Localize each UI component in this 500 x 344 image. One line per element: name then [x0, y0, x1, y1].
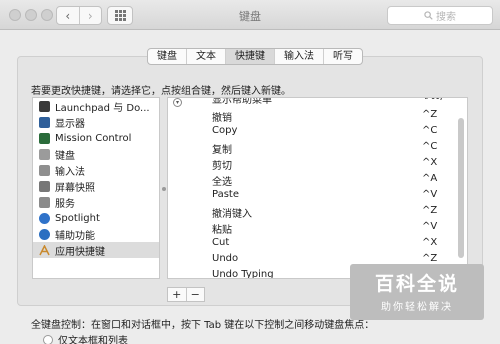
- category-label: 辅助功能: [55, 230, 95, 242]
- shortcut-list-scrollbar[interactable]: [458, 118, 464, 258]
- tab-shortcuts[interactable]: 快捷键: [225, 49, 274, 64]
- tab-keyboard[interactable]: 键盘: [148, 49, 186, 64]
- keyboard-icon: [39, 148, 50, 160]
- category-label: Mission Control: [55, 132, 132, 144]
- tab-dictation[interactable]: 听写: [323, 49, 362, 64]
- category-app-shortcuts[interactable]: 应用快捷键: [33, 242, 159, 258]
- category-label: 显示器: [55, 118, 85, 130]
- category-mission-control[interactable]: Mission Control: [33, 130, 159, 146]
- shortcut-row[interactable]: 复制 ^C: [168, 139, 467, 156]
- category-list: Launchpad 与 Do... 显示器 Mission Control 键盘…: [32, 97, 160, 279]
- remove-shortcut-button[interactable]: −: [185, 288, 205, 301]
- watermark-title: 百科全说: [374, 273, 459, 295]
- category-input-sources[interactable]: 输入法: [33, 162, 159, 178]
- search-placeholder: 搜索: [436, 12, 456, 23]
- search-field[interactable]: 搜索: [387, 6, 493, 25]
- tab-bar: 键盘 文本 快捷键 输入法 听写: [147, 48, 363, 65]
- shortcut-row[interactable]: 全选 ^A: [168, 171, 467, 188]
- category-screenshots[interactable]: 屏幕快照: [33, 178, 159, 194]
- split-handle[interactable]: [162, 187, 166, 191]
- display-icon: [39, 116, 50, 128]
- category-keyboard[interactable]: 键盘: [33, 146, 159, 162]
- shortcut-row[interactable]: Cut ^X: [168, 235, 467, 251]
- category-label: 应用快捷键: [55, 246, 105, 258]
- tab-text[interactable]: 文本: [186, 49, 225, 64]
- category-launchpad-dock[interactable]: Launchpad 与 Do...: [33, 98, 159, 114]
- shortcut-row[interactable]: Paste ^V: [168, 187, 467, 203]
- shortcut-row[interactable]: 撤消键入 ^Z: [168, 203, 467, 220]
- watermark-logo: 百科全说 助你轻松解决: [350, 264, 484, 320]
- services-icon: [39, 196, 50, 208]
- shortcut-row[interactable]: 撤销 ^Z: [168, 107, 467, 124]
- radio-label: 仅文本框和列表: [58, 336, 128, 344]
- category-display[interactable]: 显示器: [33, 114, 159, 130]
- search-icon: [424, 11, 433, 20]
- category-label: 服务: [55, 198, 75, 210]
- category-label: 键盘: [55, 150, 75, 162]
- category-label: 输入法: [55, 166, 85, 178]
- shortcut-row[interactable]: 剪切 ^X: [168, 155, 467, 172]
- mission-control-icon: [39, 132, 50, 144]
- category-label: Spotlight: [55, 212, 100, 224]
- radio-text-boxes-lists[interactable]: 仅文本框和列表: [43, 332, 128, 344]
- shortcut-row[interactable]: ▾ 显示帮助菜单 ⇧⌘/: [168, 98, 467, 107]
- add-remove-controls: + −: [167, 287, 205, 302]
- disclosure-icon[interactable]: ▾: [173, 98, 182, 107]
- category-label: Launchpad 与 Do...: [55, 102, 150, 114]
- category-accessibility[interactable]: 辅助功能: [33, 226, 159, 242]
- watermark-subtitle: 助你轻松解决: [381, 302, 453, 313]
- category-spotlight[interactable]: Spotlight: [33, 210, 159, 226]
- shortcut-row[interactable]: Copy ^C: [168, 123, 467, 139]
- add-shortcut-button[interactable]: +: [168, 288, 186, 301]
- input-source-icon: [39, 164, 50, 176]
- accessibility-icon: [39, 228, 50, 240]
- full-keyboard-access-label: 全键盘控制：在窗口和对话框中，按下 Tab 键在以下控制之间移动键盘焦点：: [31, 320, 375, 331]
- category-label: 屏幕快照: [55, 182, 95, 194]
- radio-button[interactable]: [43, 334, 53, 344]
- shortcut-row[interactable]: 粘贴 ^V: [168, 219, 467, 236]
- launchpad-icon: [39, 100, 50, 112]
- app-shortcuts-icon: [39, 244, 50, 256]
- spotlight-icon: [39, 212, 50, 224]
- screenshot-icon: [39, 180, 50, 192]
- category-services[interactable]: 服务: [33, 194, 159, 210]
- window-titlebar: ‹ › 键盘 搜索: [0, 0, 500, 30]
- instruction-text: 若要更改快捷键，请选择它，点按组合键，然后键入新键。: [31, 86, 291, 97]
- shortcut-list: ▾ 显示帮助菜单 ⇧⌘/ 撤销 ^Z Copy ^C 复制 ^C 剪切 ^X 全…: [167, 97, 468, 279]
- tab-input-sources[interactable]: 输入法: [274, 49, 323, 64]
